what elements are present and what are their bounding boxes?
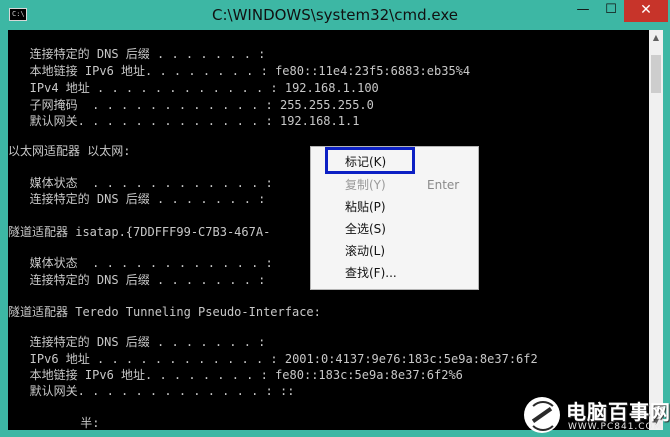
menu-item-copy[interactable]: 复制(Y) Enter [311,174,478,196]
menu-item-shortcut: Enter [427,178,460,192]
highlight-box [325,147,415,174]
menu-item-find[interactable]: 查找(F)... [311,262,478,284]
vertical-scrollbar[interactable]: ▲ ▼ [649,30,663,430]
console-line: 媒体状态 . . . . . . . . . . . . : [8,176,273,190]
console-line: 本地链接 IPv6 地址. . . . . . . . : fe80::11e4… [8,64,471,78]
console-line: 连接特定的 DNS 后缀 . . . . . . . : [8,47,266,61]
scroll-thumb[interactable] [651,55,661,93]
menu-item-label: 查找(F)... [345,266,397,280]
console-line: 默认网关. . . . . . . . . . . . . : 192.168.… [8,114,360,128]
console-line: 默认网关. . . . . . . . . . . . . : :: [8,384,295,398]
menu-item-scroll[interactable]: 滚动(L) [311,240,478,262]
console-line: 连接特定的 DNS 后缀 . . . . . . . : [8,335,266,349]
menu-item-label: 滚动(L) [345,244,386,258]
console-line: 隧道适配器 isatap.{7DDFFF99-C7B3-467A- [8,225,271,239]
menu-item-label: 复制(Y) [345,178,386,192]
scroll-up-arrow-icon[interactable]: ▲ [649,30,663,46]
watermark: 电脑百事网 WWW.PC841.COM [514,394,670,437]
console-line: 本地链接 IPv6 地址. . . . . . . . : fe80::183c… [8,368,463,382]
watermark-name: 电脑百事网 [566,400,670,424]
menu-item-paste[interactable]: 粘贴(P) [311,196,478,218]
watermark-url: WWW.PC841.COM [568,422,663,432]
cmd-window: C:\ C:\WINDOWS\system32\cmd.exe — ☐ ✕ 连接… [0,0,670,437]
menu-item-label: 粘贴(P) [345,200,386,214]
console-line: 子网掩码 . . . . . . . . . . . . : 255.255.2… [8,98,374,112]
console-line: 半: [8,416,100,430]
console-line: IPv4 地址 . . . . . . . . . . . . : 192.16… [8,81,379,95]
close-button[interactable]: ✕ [624,0,668,22]
console-line: 媒体状态 . . . . . . . . . . . . : [8,256,273,270]
menu-item-label: 全选(S) [345,222,386,236]
console-line: 连接特定的 DNS 后缀 . . . . . . . : [8,192,266,206]
watermark-logo-icon [524,397,560,433]
maximize-button[interactable]: ☐ [598,0,624,22]
console-line: IPv6 地址 . . . . . . . . . . . . : 2001:0… [8,352,538,366]
menu-item-select-all[interactable]: 全选(S) [311,218,478,240]
console-line: 连接特定的 DNS 后缀 . . . . . . . : [8,273,266,287]
console-line: 隧道适配器 Teredo Tunneling Pseudo-Interface: [8,305,321,319]
title-bar[interactable]: C:\ C:\WINDOWS\system32\cmd.exe — ☐ ✕ [0,0,670,30]
console-line: 以太网适配器 以太网: [8,144,131,158]
minimize-button[interactable]: — [570,0,596,22]
